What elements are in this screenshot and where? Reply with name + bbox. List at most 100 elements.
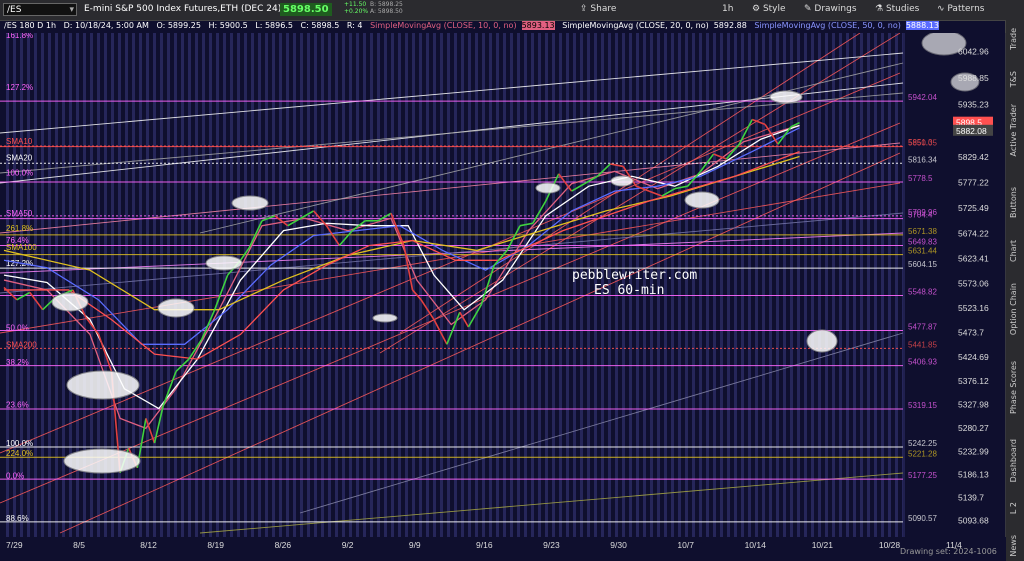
highlight-oval [610, 175, 634, 187]
trend-line [0, 92, 904, 174]
time-stripes [6, 33, 905, 537]
time-stripe [706, 33, 709, 537]
time-tick-label: 8/5 [73, 540, 85, 550]
time-stripe [181, 33, 184, 537]
time-tick-label: 7/29 [6, 540, 23, 550]
time-stripe [475, 33, 478, 537]
time-stripe [762, 33, 765, 537]
instrument-name: E-mini S&P 500 Index Futures,ETH (DEC 24… [84, 4, 282, 14]
style-button[interactable]: ⚙ Style [752, 4, 786, 14]
time-stripe [426, 33, 429, 537]
info-sma20-value: 5892.88 [713, 21, 747, 30]
time-stripe [167, 33, 170, 537]
price-tick-label: 5523.16 [958, 303, 989, 313]
highlight-oval [684, 191, 720, 209]
left-label: 38.2% [6, 358, 29, 367]
time-stripe [755, 33, 758, 537]
time-tick-label: 10/14 [745, 540, 767, 550]
time-stripe [153, 33, 156, 537]
symbol-selector[interactable]: /ES ▾ [3, 3, 77, 16]
time-stripe [790, 33, 793, 537]
price-tick-label: 5424.69 [958, 352, 989, 362]
time-tick-label: 8/19 [207, 540, 224, 550]
time-stripe [783, 33, 786, 537]
info-sma20: SimpleMovingAvg (CLOSE, 20, 0, no) [562, 21, 709, 30]
time-stripe [174, 33, 177, 537]
time-stripe [811, 33, 814, 537]
time-stripe [377, 33, 380, 537]
price-tick-label: 5674.22 [958, 229, 989, 239]
time-stripe [699, 33, 702, 537]
time-stripe [587, 33, 590, 537]
time-stripe [13, 33, 16, 537]
price-tick-label: 5573.06 [958, 278, 989, 288]
time-stripe [195, 33, 198, 537]
info-high: H: 5900.5 [208, 21, 248, 30]
time-stripe [853, 33, 856, 537]
time-stripe [510, 33, 513, 537]
time-stripe [405, 33, 408, 537]
time-tick-label: 10/21 [812, 540, 834, 550]
time-stripe [349, 33, 352, 537]
info-sma10-value: 5893.13 [521, 21, 555, 30]
time-stripe [447, 33, 450, 537]
side-tab-chart[interactable]: Chart [1009, 240, 1018, 262]
timeframe-button[interactable]: 1h [722, 4, 733, 14]
time-stripe [804, 33, 807, 537]
watermark-subtitle: ES 60-min [594, 283, 664, 298]
side-tab-option-chain[interactable]: Option Chain [1009, 283, 1018, 335]
side-tab-dashboard[interactable]: Dashboard [1009, 439, 1018, 482]
time-stripe [412, 33, 415, 537]
patterns-button[interactable]: ∿ Patterns [937, 4, 984, 14]
info-range: R: 4 [346, 21, 363, 30]
price-chart[interactable]: 5942.045851.35850.055816.345778.55709.96… [0, 33, 1006, 561]
side-tab-trade[interactable]: Trade [1009, 28, 1018, 50]
time-stripe [293, 33, 296, 537]
share-button[interactable]: ⇪ Share [580, 4, 616, 14]
studies-button[interactable]: ⚗ Studies [875, 4, 919, 14]
time-stripe [307, 33, 310, 537]
time-stripe [34, 33, 37, 537]
trend-line [0, 212, 904, 294]
highlight-oval [806, 329, 838, 353]
price-tick-label: 6042.96 [958, 46, 989, 56]
info-sma10: SimpleMovingAvg (CLOSE, 10, 0, no) [370, 21, 517, 30]
time-stripe [6, 33, 9, 537]
side-tab-t-s[interactable]: T&S [1009, 71, 1018, 87]
time-stripe [384, 33, 387, 537]
price-change: +11.50 +0.20% [344, 1, 368, 15]
drawings-button[interactable]: ✎ Drawings [804, 4, 857, 14]
time-stripe [265, 33, 268, 537]
time-tick-label: 10/28 [879, 540, 901, 550]
time-stripe [363, 33, 366, 537]
drawing-set-label: Drawing set: 2024-1006 [900, 547, 997, 556]
price-axis: 6042.96 5988.85 5935.23 5882.08 5829.42 5777.… [903, 33, 1006, 537]
highlight-oval [769, 90, 803, 104]
side-tab-active-trader[interactable]: Active Trader [1009, 104, 1018, 156]
time-stripe [825, 33, 828, 537]
time-stripe [769, 33, 772, 537]
info-low: L: 5896.5 [255, 21, 293, 30]
price-tick-label: 5473.7 [958, 328, 984, 338]
left-label: 127.2% [6, 83, 33, 92]
time-stripe [678, 33, 681, 537]
info-date: D: 10/18/24, 5:00 AM [63, 21, 149, 30]
chevron-down-icon[interactable]: ▾ [69, 4, 74, 17]
time-stripe [356, 33, 359, 537]
left-label: SMA20 [6, 153, 33, 162]
left-label: SMA200 [6, 340, 37, 349]
time-stripe [832, 33, 835, 537]
highlight-oval [205, 255, 243, 271]
time-stripe [342, 33, 345, 537]
time-stripe [888, 33, 891, 537]
price-tick-label: 5988.85 [958, 73, 989, 83]
time-axis: 7/29 8/5 8/12 8/19 8/26 9/2 9/9 9/16 9/23 9/30 10/… [0, 537, 1006, 561]
side-tab-phase-scores[interactable]: Phase Scores [1009, 361, 1018, 414]
time-stripe [545, 33, 548, 537]
side-tab-buttons[interactable]: Buttons [1009, 187, 1018, 218]
side-tab-l-2[interactable]: L 2 [1009, 502, 1018, 514]
time-stripe [797, 33, 800, 537]
side-tab-news[interactable]: News [1009, 535, 1018, 557]
time-tick-label: 9/23 [543, 540, 560, 550]
highlight-oval [231, 195, 269, 211]
